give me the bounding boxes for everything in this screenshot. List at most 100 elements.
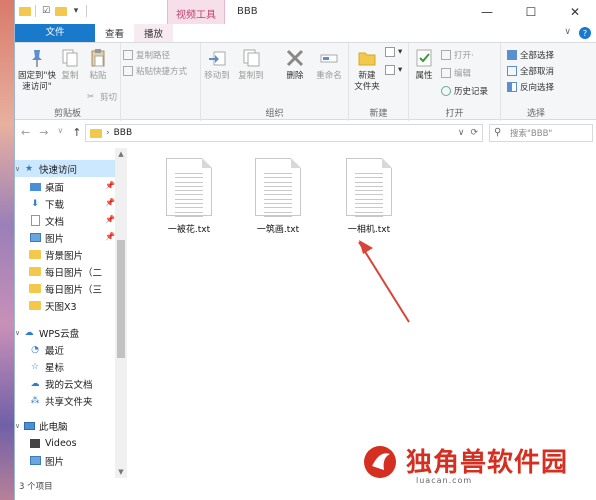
ribbon-collapse-icon[interactable]: ∨ — [564, 27, 571, 39]
rename-button[interactable]: 重命名 — [313, 47, 345, 82]
nav-item-this-pc[interactable]: ∨ 此电脑 — [15, 417, 68, 434]
nav-item-folder[interactable]: 每日图片（二 — [29, 263, 102, 280]
nav-item-pictures[interactable]: 图片 — [29, 229, 64, 246]
scroll-thumb[interactable] — [117, 240, 125, 358]
download-icon: ⬇ — [31, 198, 39, 209]
tab-play[interactable]: 播放 — [134, 24, 174, 42]
edit-icon — [441, 68, 451, 78]
tab-view[interactable]: 查看 — [95, 24, 134, 42]
nav-item-pc-pictures[interactable]: 图片 — [29, 452, 64, 469]
copy-button[interactable]: 复制 — [57, 47, 83, 82]
computer-icon — [23, 420, 35, 431]
nav-item-recent[interactable]: ◔ 最近 — [29, 341, 64, 358]
refresh-icon[interactable]: ⟳ — [470, 128, 478, 138]
nav-item-downloads[interactable]: ⬇ 下载 — [29, 195, 64, 212]
expand-chevron-icon[interactable]: ∨ — [15, 329, 23, 337]
new-folder-quick-icon[interactable] — [55, 5, 67, 17]
star-icon: ★ — [24, 163, 34, 174]
pin-quick-access-button[interactable]: 固定到"快速访问" — [17, 47, 57, 93]
window-title: BBB — [237, 6, 258, 17]
select-all-button[interactable]: 全部选择 — [507, 49, 554, 61]
new-item-button[interactable]: ▾ — [385, 47, 402, 57]
nav-item-label: 每日图片（三 — [45, 284, 103, 296]
breadcrumb-separator-icon: › — [106, 128, 110, 138]
folder-small-icon — [19, 5, 31, 17]
new-folder-button[interactable]: 新建 文件夹 — [351, 47, 383, 93]
paste-shortcut-label: 粘贴快捷方式 — [136, 67, 188, 77]
copy-path-button[interactable]: 复制路径 — [123, 49, 170, 61]
pin-icon: 📌 — [105, 215, 115, 224]
nav-item-quick-access[interactable]: ∨ ★ 快速访问 — [15, 160, 115, 177]
expand-chevron-icon[interactable]: ∨ — [15, 165, 23, 173]
watermark-text: 独角兽软件园 — [406, 447, 569, 478]
nav-pane-scrollbar[interactable]: ▲ ▼ — [115, 148, 127, 478]
nav-item-label: Videos — [45, 438, 77, 449]
clipboard-group: 固定到"快速访问" 复制 粘贴 ✂ 剪切 剪贴板 — [15, 43, 121, 121]
paste-button[interactable]: 粘贴 — [85, 47, 111, 82]
nav-item-folder[interactable]: 背景图片 — [29, 246, 83, 263]
nav-item-videos[interactable]: Videos — [29, 435, 77, 452]
nav-item-desktop[interactable]: 桌面 — [29, 178, 64, 195]
up-arrow-icon[interactable]: ↑ — [72, 126, 81, 139]
nav-item-label: 图片 — [45, 456, 65, 468]
properties-button[interactable]: 属性 — [411, 47, 437, 82]
help-icon[interactable]: ? — [579, 27, 591, 39]
delete-label: 删除 — [286, 71, 304, 81]
close-button[interactable]: ✕ — [553, 0, 596, 24]
history-icon — [441, 86, 451, 96]
open-button[interactable]: 打开· — [441, 49, 474, 61]
toolbar-divider — [35, 5, 36, 17]
pin-icon: 📌 — [105, 232, 115, 241]
nav-item-folder[interactable]: 天图X3 — [29, 297, 77, 314]
scroll-down-icon[interactable]: ▼ — [115, 466, 127, 478]
copy-to-button[interactable]: 复制到 — [235, 47, 267, 82]
nav-item-shared-folder[interactable]: ⁂ 共享文件夹 — [29, 392, 93, 409]
open-group: 属性 打开· 编辑 历史记录 打开 — [409, 43, 501, 121]
edit-label: 编辑 — [454, 69, 472, 79]
nav-item-wps-cloud[interactable]: ∨ ☁ WPS云盘 — [15, 324, 79, 341]
paste-icon — [87, 47, 109, 69]
address-bar[interactable]: › BBB ∨ ⟳ — [85, 124, 483, 142]
new-folder-icon — [356, 47, 378, 69]
copy-label: 复制 — [61, 71, 79, 81]
desktop-icon — [29, 181, 41, 192]
address-folder-icon — [90, 128, 102, 138]
nav-item-label: 天图X3 — [45, 301, 77, 313]
minimize-button[interactable]: — — [465, 0, 509, 24]
address-path[interactable]: BBB — [114, 128, 133, 138]
pin-quick-access-label: 固定到"快速访问" — [18, 71, 56, 92]
easy-access-button[interactable]: ▾ — [385, 65, 402, 75]
nav-item-documents[interactable]: 文档 — [29, 212, 64, 229]
delete-button[interactable]: 删除 — [281, 47, 309, 82]
invert-selection-button[interactable]: 反向选择 — [507, 81, 554, 93]
nav-item-label: 快速访问 — [39, 164, 78, 176]
nav-item-starred[interactable]: ☆ 星标 — [29, 358, 64, 375]
nav-item-my-cloud-docs[interactable]: ☁ 我的云文档 — [29, 375, 93, 392]
cut-button[interactable]: ✂ 剪切 — [87, 91, 117, 103]
address-dropdown-icon[interactable]: ∨ — [458, 128, 465, 138]
search-input[interactable]: ⚲ 搜索"BBB" — [489, 124, 593, 142]
history-label: 历史记录 — [454, 87, 489, 97]
back-arrow-icon[interactable]: ← — [21, 126, 30, 139]
navigation-buttons: ← → ∨ ↑ — [21, 126, 82, 139]
context-tab-group-label: 视频工具 — [176, 10, 216, 21]
edit-button[interactable]: 编辑 — [441, 67, 471, 79]
maximize-button[interactable]: ☐ — [509, 0, 553, 24]
pictures-icon — [29, 232, 41, 243]
scroll-up-icon[interactable]: ▲ — [115, 148, 127, 160]
nav-item-folder[interactable]: 每日图片（三 — [29, 280, 102, 297]
new-item-icon — [385, 47, 395, 57]
expand-chevron-icon[interactable]: ∨ — [15, 422, 23, 430]
forward-arrow-icon[interactable]: → — [39, 126, 48, 139]
select-none-button[interactable]: 全部取消 — [507, 65, 554, 77]
new-group-label: 新建 — [369, 109, 388, 119]
move-to-button[interactable]: 移动到 — [201, 47, 233, 82]
customize-dropdown-icon[interactable]: ▾ — [70, 5, 82, 17]
properties-check-icon[interactable]: ☑ — [40, 5, 52, 17]
tab-file[interactable]: 文件 — [15, 24, 95, 42]
recent-dropdown-icon[interactable]: ∨ — [57, 126, 63, 139]
paste-shortcut-button[interactable]: 粘贴快捷方式 — [123, 65, 187, 77]
history-button[interactable]: 历史记录 — [441, 85, 488, 97]
folder-icon — [29, 300, 41, 311]
properties-label: 属性 — [415, 71, 433, 81]
